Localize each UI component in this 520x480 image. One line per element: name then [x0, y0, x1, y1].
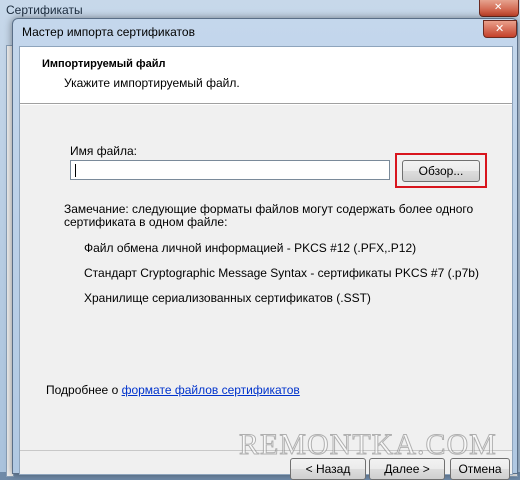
- background-window-title: Сертификаты: [6, 3, 83, 17]
- dialog-client-area: Импортируемый файл Укажите импортируемый…: [19, 46, 513, 480]
- browse-highlight-frame: [395, 153, 487, 188]
- wizard-header-title: Импортируемый файл: [42, 58, 166, 70]
- text-caret: [75, 164, 76, 177]
- background-close-button[interactable]: [479, 0, 519, 17]
- format-item-pkcs12: Файл обмена личной информацией - PKCS #1…: [84, 241, 417, 255]
- file-name-input[interactable]: [70, 160, 390, 180]
- back-button[interactable]: < Назад: [290, 458, 366, 480]
- dialog-title: Мастер импорта сертификатов: [22, 25, 195, 39]
- more-info: Подробнее о формате файлов сертификатов: [46, 383, 300, 397]
- format-item-sst: Хранилище сериализованных сертификатов (…: [84, 291, 371, 305]
- footer-separator: [20, 450, 512, 451]
- close-icon: ✕: [495, 23, 505, 35]
- import-wizard-dialog: Мастер импорта сертификатов ✕ Импортируе…: [12, 18, 518, 480]
- file-name-label: Имя файла:: [70, 144, 137, 158]
- header-separator: [20, 103, 512, 105]
- cancel-button[interactable]: Отмена: [450, 458, 510, 480]
- certificate-formats-link[interactable]: формате файлов сертификатов: [122, 383, 300, 397]
- wizard-header-subtitle: Укажите импортируемый файл.: [64, 76, 240, 90]
- formats-note: Замечание: следующие форматы файлов могу…: [64, 202, 474, 229]
- dialog-close-button[interactable]: ✕: [483, 20, 517, 38]
- next-button[interactable]: Далее >: [369, 458, 445, 480]
- more-info-prefix: Подробнее о: [46, 383, 122, 397]
- wizard-header: Импортируемый файл Укажите импортируемый…: [20, 47, 512, 103]
- format-item-pkcs7: Стандарт Cryptographic Message Syntax - …: [84, 266, 479, 280]
